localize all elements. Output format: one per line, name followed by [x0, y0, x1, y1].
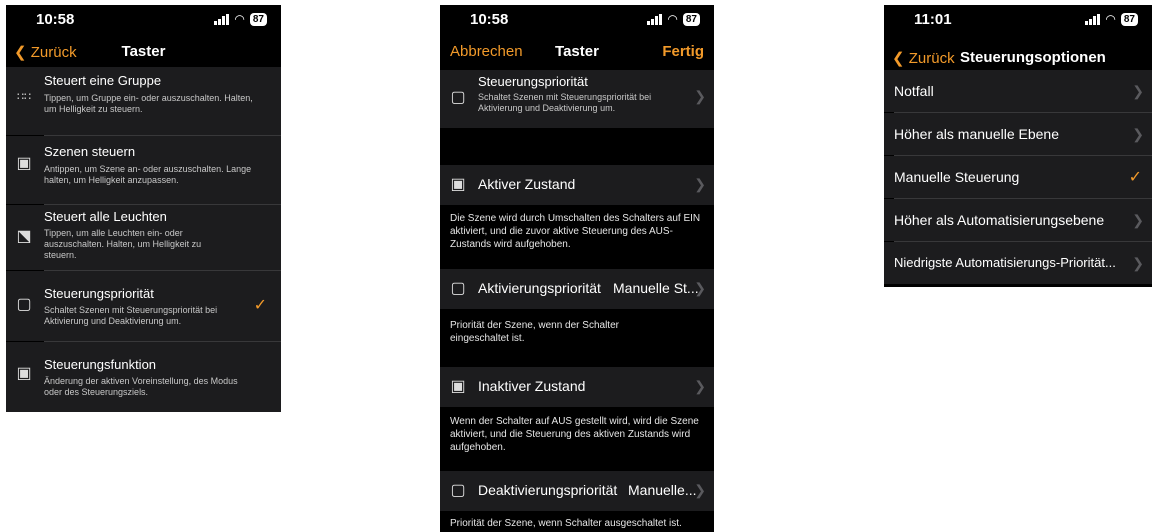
group-icon: ∷∷ [17, 91, 31, 103]
status-bar: 11:01 ◠ 87 [884, 5, 1152, 31]
priority-icon: ▢ [450, 89, 466, 106]
chevron-right-icon: ❯ [694, 378, 706, 394]
all-lights-icon: ⬔ [16, 228, 32, 245]
wifi-icon: ◠ [1105, 12, 1116, 26]
item-title: Steuerungsfunktion [44, 357, 157, 372]
list-item-priority[interactable]: ▢ Steuerungspriorität Schaltet Szenen mi… [6, 271, 281, 341]
item-desc: Tippen, um Gruppe ein- oder auszuschalte… [44, 93, 253, 114]
inactive-state-row[interactable]: ▣ Inaktiver Zustand ❯ [440, 367, 714, 407]
item-desc: Schaltet Szenen mit Steuerungspriorität … [478, 92, 652, 113]
option-label: Notfall [894, 83, 934, 99]
option-label: Niedrigste Automatisierungs-Priorität... [894, 255, 1116, 270]
status-bar: 10:58 ◠ 87 [6, 5, 281, 31]
chevron-right-icon: ❯ [1132, 212, 1144, 228]
signal-icon [1085, 13, 1101, 25]
activation-priority-footer: Priorität der Szene, wenn der Schalter e… [450, 320, 619, 344]
deactivation-priority-row[interactable]: ▢ Deaktivierungspriorität Manuelle... ❯ [440, 471, 714, 511]
chevron-right-icon: ❯ [694, 176, 706, 192]
battery-icon: 87 [682, 12, 700, 26]
nav-bar: ❮ Zurück Taster [6, 39, 281, 65]
signal-icon [214, 13, 230, 25]
back-button[interactable]: ❮ Zurück [892, 49, 955, 67]
signal-icon [647, 13, 663, 25]
option-label: Manuelle Steuerung [894, 169, 1020, 185]
option-above-automation[interactable]: Höher als Automatisierungsebene ❯ [884, 199, 1152, 241]
item-desc: Tippen, um alle Leuchten ein- oder auszu… [44, 228, 202, 260]
priority-icon: ▢ [16, 296, 32, 313]
chevron-left-icon: ❮ [892, 50, 905, 67]
nav-bar: ❮ Zurück Steuerungsoptionen [884, 45, 1152, 71]
active-state-footer: Die Szene wird durch Umschalten des Scha… [450, 213, 701, 250]
option-notfall[interactable]: Notfall ❯ [884, 70, 1152, 112]
list-item-group[interactable]: ∷∷ Steuert eine Gruppe Tippen, um Gruppe… [6, 67, 281, 135]
inactive-state-footer: Wenn der Schalter auf AUS gestellt wird,… [450, 416, 699, 453]
option-manual-control[interactable]: Manuelle Steuerung ✓ [884, 156, 1152, 198]
priority-icon: ▢ [450, 280, 466, 297]
item-title: Steuert alle Leuchten [44, 209, 167, 224]
deactivation-priority-label: Deaktivierungspriorität [478, 482, 618, 498]
wifi-icon: ◠ [234, 12, 245, 26]
list-item-all-lights[interactable]: ⬔ Steuert alle Leuchten Tippen, um alle … [6, 205, 281, 270]
scene-icon: ▣ [16, 155, 32, 172]
status-time: 10:58 [36, 11, 75, 28]
scene-icon: ▣ [450, 378, 466, 395]
item-title: Steuert eine Gruppe [44, 73, 162, 88]
deactivation-priority-value: Manuelle... [628, 482, 697, 498]
option-above-manual[interactable]: Höher als manuelle Ebene ❯ [884, 113, 1152, 155]
checkmark-icon: ✓ [253, 297, 267, 314]
activation-priority-value: Manuelle St... [613, 280, 699, 296]
priority-icon: ▢ [450, 482, 466, 499]
function-icon: ▣ [16, 365, 32, 382]
activation-priority-label: Aktivierungspriorität [478, 280, 601, 296]
wifi-icon: ◠ [667, 12, 678, 26]
chevron-right-icon: ❯ [694, 280, 706, 296]
item-desc: Antippen, um Szene an- oder auszuschalte… [44, 164, 252, 185]
done-button[interactable]: Fertig [662, 43, 704, 60]
checkmark-icon: ✓ [1128, 169, 1142, 186]
item-title: Szenen steuern [44, 144, 136, 159]
left-phone: 10:58 ◠ 87 ❮ Zurück Taster ∷∷ Steuert ei… [6, 5, 281, 412]
status-time: 10:58 [470, 11, 509, 28]
option-lowest-automation[interactable]: Niedrigste Automatisierungs-Priorität...… [884, 242, 1152, 284]
item-title: Steuerungspriorität [44, 286, 154, 301]
deactivation-priority-footer: Priorität der Szene, wenn Schalter ausge… [450, 518, 682, 529]
item-title: Steuerungspriorität [478, 74, 588, 89]
page-title: Taster [121, 43, 166, 60]
chevron-right-icon: ❯ [694, 88, 706, 104]
status-bar: 10:58 ◠ 87 [440, 5, 714, 31]
chevron-right-icon: ❯ [1132, 255, 1144, 271]
status-time: 11:01 [914, 11, 952, 28]
middle-phone: 10:58 ◠ 87 Abbrechen Taster Fertig ▢ Ste… [440, 5, 714, 532]
option-label: Höher als Automatisierungsebene [894, 212, 1105, 228]
control-priority-row[interactable]: ▢ Steuerungspriorität Schaltet Szenen mi… [440, 70, 714, 128]
page-title: Steuerungsoptionen [960, 49, 1106, 66]
item-desc: Änderung der aktiven Voreinstellung, des… [44, 376, 238, 397]
chevron-right-icon: ❯ [694, 482, 706, 498]
battery-icon: 87 [1120, 12, 1138, 26]
scene-icon: ▣ [450, 176, 466, 193]
option-label: Höher als manuelle Ebene [894, 126, 1059, 142]
chevron-right-icon: ❯ [1132, 83, 1144, 99]
inactive-state-label: Inaktiver Zustand [478, 378, 586, 394]
right-phone: 11:01 ◠ 87 ❮ Zurück Steuerungsoptionen N… [884, 5, 1152, 287]
list-item-function[interactable]: ▣ Steuerungsfunktion Änderung der aktive… [6, 342, 281, 412]
list-item-scenes[interactable]: ▣ Szenen steuern Antippen, um Szene an- … [6, 136, 281, 204]
nav-bar: Abbrechen Taster Fertig [440, 39, 714, 65]
battery-icon: 87 [249, 12, 267, 26]
activation-priority-row[interactable]: ▢ Aktivierungspriorität Manuelle St... ❯ [440, 269, 714, 309]
item-desc: Schaltet Szenen mit Steuerungspriorität … [44, 305, 218, 326]
active-state-label: Aktiver Zustand [478, 176, 576, 192]
active-state-row[interactable]: ▣ Aktiver Zustand ❯ [440, 165, 714, 205]
chevron-right-icon: ❯ [1132, 126, 1144, 142]
